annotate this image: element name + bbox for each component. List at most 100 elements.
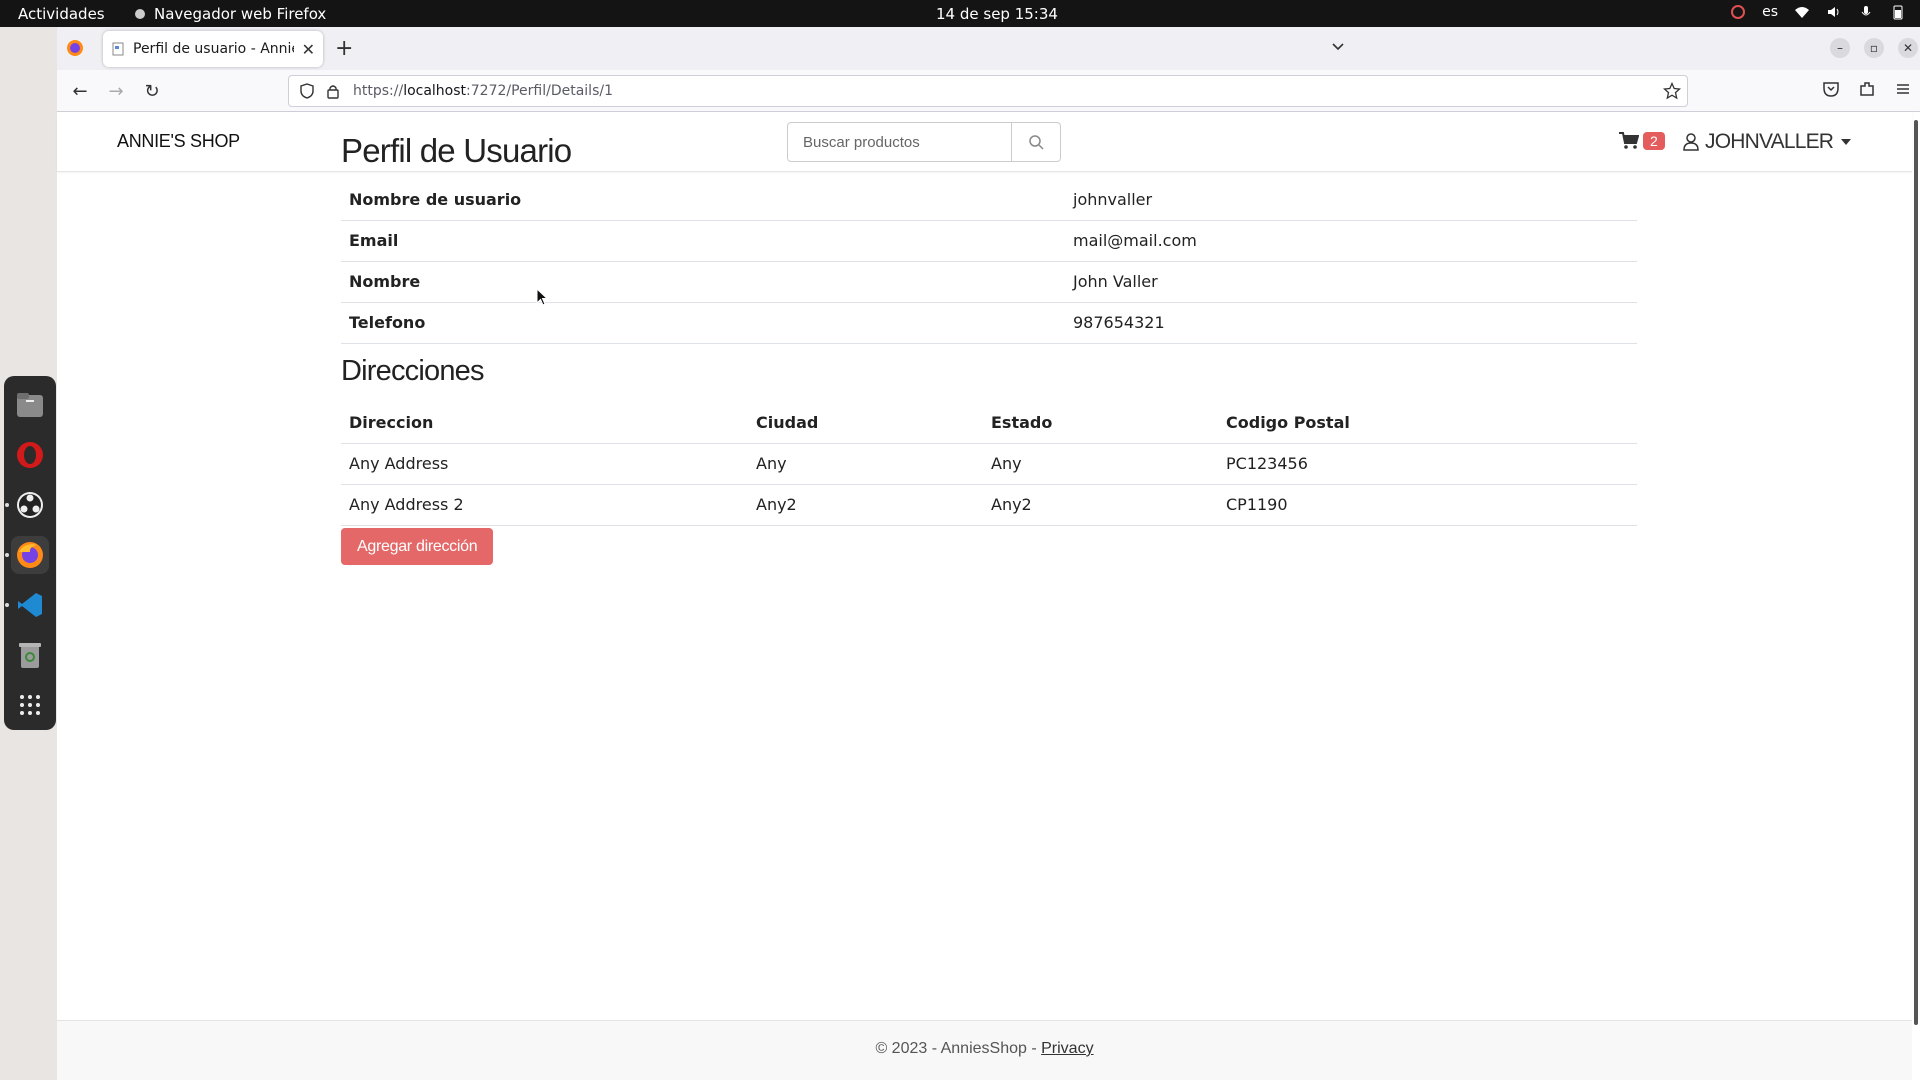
url-text[interactable]: https://localhost:7272/Perfil/Details/1 <box>353 83 613 99</box>
system-top-bar: Actividades Navegador web Firefox 14 de … <box>0 0 1920 27</box>
tab-close-icon[interactable]: ✕ <box>302 40 315 59</box>
cell-city: Any <box>748 443 983 485</box>
clock[interactable]: 14 de sep 15:34 <box>936 5 1058 23</box>
addresses-table: Direccion Ciudad Estado Codigo Postal An… <box>341 402 1637 526</box>
dock-obs[interactable] <box>5 486 49 524</box>
privacy-link[interactable]: Privacy <box>1041 1040 1093 1057</box>
maximize-icon[interactable]: ▫ <box>1864 38 1884 58</box>
battery-icon <box>1893 5 1903 20</box>
system-tray[interactable]: es <box>1730 4 1906 20</box>
url-host: localhost <box>403 83 467 99</box>
opera-icon <box>17 442 43 468</box>
page-title: Perfil de Usuario <box>341 132 572 169</box>
minimize-icon[interactable]: – <box>1830 38 1850 58</box>
web-page: ANNIE'S SHOP 2 JOHNVALLER Perfil de Usua… <box>57 112 1920 1080</box>
back-icon[interactable]: ← <box>69 80 91 102</box>
username-label: JOHNVALLER <box>1705 130 1834 153</box>
dock-trash[interactable] <box>11 636 49 674</box>
field-label: Email <box>341 220 1065 262</box>
cell-address: Any Address 2 <box>341 484 748 526</box>
site-navbar: ANNIE'S SHOP 2 JOHNVALLER <box>57 112 1912 172</box>
dock <box>4 376 56 730</box>
cell-postal-code: CP1190 <box>1218 484 1637 526</box>
lock-icon[interactable] <box>325 83 341 99</box>
table-row: Nombre de usuario johnvaller <box>341 179 1637 221</box>
column-header: Direccion <box>341 402 748 444</box>
user-menu[interactable]: JOHNVALLER <box>1683 130 1852 154</box>
user-icon <box>1683 133 1699 151</box>
field-label: Telefono <box>341 302 1065 344</box>
firefox-small-icon <box>135 9 145 19</box>
cart-count-badge: 2 <box>1643 132 1665 150</box>
table-row: Email mail@mail.com <box>341 220 1637 262</box>
search-icon <box>1029 135 1044 150</box>
window-controls: – ▫ ✕ <box>1830 38 1918 58</box>
tab-active[interactable]: Perfil de usuario - Annie's Shop ✕ <box>103 31 323 67</box>
dock-files[interactable] <box>11 386 49 424</box>
star-icon[interactable] <box>1663 82 1681 100</box>
chevron-down-icon <box>1841 139 1852 145</box>
dock-vscode[interactable] <box>5 586 49 624</box>
firefox-view-icon[interactable] <box>65 38 85 58</box>
forward-icon[interactable]: → <box>105 80 127 102</box>
firefox-icon <box>17 542 43 568</box>
cell-city: Any2 <box>748 484 983 526</box>
table-row: Any Address 2 Any2 Any2 CP1190 <box>341 484 1637 526</box>
tab-strip: Perfil de usuario - Annie's Shop ✕ + – ▫… <box>57 27 1920 70</box>
vscode-icon <box>18 593 42 617</box>
page-scrollbar[interactable] <box>1912 112 1920 1025</box>
tab-title: Perfil de usuario - Annie's Shop <box>133 41 294 57</box>
mouse-cursor-icon <box>536 288 548 306</box>
reload-icon[interactable]: ↻ <box>141 80 163 102</box>
field-label: Nombre de usuario <box>341 179 1065 221</box>
app-grid-icon <box>20 695 40 715</box>
footer-copyright: © 2023 - AnniesShop - <box>875 1040 1042 1057</box>
add-address-button[interactable]: Agregar dirección <box>341 528 494 565</box>
search-button[interactable] <box>1012 122 1061 162</box>
cart-link[interactable]: 2 <box>1619 132 1665 150</box>
color-picker-icon <box>1731 5 1746 19</box>
menu-icon[interactable] <box>1894 80 1912 98</box>
field-value: John Valler <box>1065 261 1637 303</box>
field-label: Nombre <box>341 261 1065 303</box>
dock-show-apps[interactable] <box>11 686 49 724</box>
close-window-icon[interactable]: ✕ <box>1898 38 1918 58</box>
table-row: Any Address Any Any PC123456 <box>341 443 1637 485</box>
column-header: Codigo Postal <box>1218 402 1637 444</box>
files-icon <box>17 393 43 417</box>
scrollbar-thumb[interactable] <box>1914 120 1918 1025</box>
field-value: mail@mail.com <box>1065 220 1637 262</box>
search-form <box>787 122 1061 162</box>
url-path: :7272/Perfil/Details/1 <box>466 83 613 99</box>
new-tab-icon[interactable]: + <box>335 36 353 61</box>
toolbar-right <box>1822 80 1912 98</box>
wifi-icon <box>1795 7 1809 18</box>
list-all-tabs-icon[interactable] <box>1330 38 1346 54</box>
cell-address: Any Address <box>341 443 748 485</box>
site-brand[interactable]: ANNIE'S SHOP <box>117 131 240 152</box>
url-bar[interactable]: https://localhost:7272/Perfil/Details/1 <box>288 75 1688 107</box>
table-header-row: Direccion Ciudad Estado Codigo Postal <box>341 402 1637 444</box>
profile-table: Nombre de usuario johnvaller Email mail@ma… <box>341 179 1637 344</box>
search-input[interactable] <box>787 122 1012 162</box>
table-row: Telefono 987654321 <box>341 302 1637 344</box>
language-indicator[interactable]: es <box>1762 4 1778 20</box>
app-menu[interactable]: Navegador web Firefox <box>134 5 326 23</box>
app-menu-label: Navegador web Firefox <box>154 5 327 23</box>
page-icon <box>112 42 124 56</box>
shield-icon[interactable] <box>299 83 315 99</box>
volume-icon <box>1828 7 1839 17</box>
extensions-icon[interactable] <box>1858 80 1876 98</box>
microphone-icon <box>1861 6 1871 16</box>
obs-icon <box>17 492 43 518</box>
browser-window: Perfil de usuario - Annie's Shop ✕ + – ▫… <box>57 27 1920 1080</box>
dock-opera[interactable] <box>11 436 49 474</box>
cell-state: Any <box>983 443 1218 485</box>
pocket-icon[interactable] <box>1822 80 1840 98</box>
field-value: 987654321 <box>1065 302 1637 344</box>
navigation-toolbar: ← → ↻ https://localhost:7272/Perfil/Deta… <box>57 70 1920 112</box>
dock-firefox[interactable] <box>5 536 49 574</box>
column-header: Estado <box>983 402 1218 444</box>
cell-postal-code: PC123456 <box>1218 443 1637 485</box>
activities-button[interactable]: Actividades <box>18 5 105 23</box>
